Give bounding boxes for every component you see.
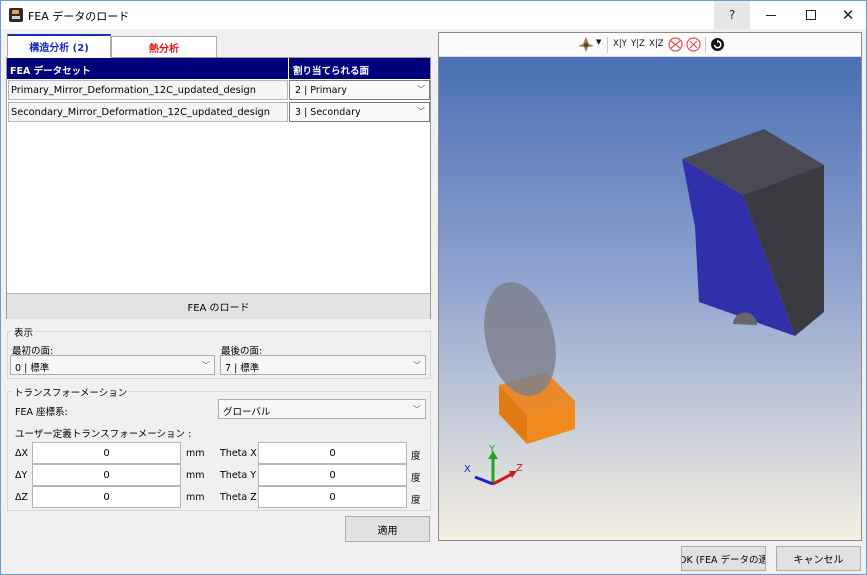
chevron-down-icon: ﹀ <box>417 107 425 116</box>
fea-coord-select[interactable]: グローバル ﹀ <box>218 399 426 419</box>
axis-y-label: Y <box>488 444 496 455</box>
close-button[interactable]: ✕ <box>828 1 867 29</box>
fea-coord-label: FEA 座標系: <box>15 407 68 418</box>
axis-x-label: X <box>464 464 471 475</box>
face-select[interactable]: 2 | Primary ﹀ <box>289 80 430 100</box>
table-row: Primary_Mirror_Deformation_12C_updated_d… <box>7 79 430 100</box>
load-fea-button[interactable]: FEA のロード <box>7 293 430 319</box>
fea-dataset-panel: FEA データセット 割り当てられる面 Primary_Mirror_Defor… <box>6 57 431 319</box>
chevron-down-icon: ﹀ <box>202 361 210 370</box>
theta-y-unit: 度 <box>411 473 421 484</box>
chevron-down-icon: ﹀ <box>417 85 425 94</box>
fea-load-dialog: FEA データのロード ? ✕ 構造分析 (2) 熱分析 FEA データセット … <box>0 0 867 575</box>
toolbar-divider <box>607 37 608 53</box>
tab-thermal-analysis[interactable]: 熱分析 <box>111 36 217 58</box>
model-viewer: ▼ X|Y Y|Z X|Z X Y Z <box>438 32 862 541</box>
dataset-name-cell[interactable]: Secondary_Mirror_Deformation_12C_updated… <box>8 102 288 122</box>
tab-structural-analysis[interactable]: 構造分析 (2) <box>7 34 111 58</box>
face-select[interactable]: 3 | Secondary ﹀ <box>289 102 430 122</box>
maximize-icon <box>806 10 816 20</box>
title-bar: FEA データのロード ? ✕ <box>1 1 866 29</box>
delta-y-label: ΔY <box>15 470 28 481</box>
dataset-name-cell[interactable]: Primary_Mirror_Deformation_12C_updated_d… <box>8 80 288 100</box>
column-header-face: 割り当てられる面 <box>293 66 370 77</box>
close-icon: ✕ <box>841 6 855 24</box>
apply-button[interactable]: 適用 <box>345 516 430 542</box>
viewer-toolbar: ▼ X|Y Y|Z X|Z <box>439 33 861 57</box>
theta-y-label: Theta Y <box>220 470 257 481</box>
header-divider <box>288 58 289 79</box>
display-group-label: 表示 <box>12 325 36 339</box>
camera-icon[interactable] <box>577 36 595 53</box>
rotate-x-icon[interactable] <box>668 37 683 52</box>
face-select-value: 2 | Primary <box>295 85 347 96</box>
reset-view-icon[interactable] <box>710 37 725 52</box>
help-button[interactable]: ? <box>714 1 750 29</box>
app-logo-icon <box>9 8 23 22</box>
user-transform-label: ユーザー定義トランスフォーメーション : <box>15 429 192 440</box>
fea-coord-value: グローバル <box>223 407 271 418</box>
window-title: FEA データのロード <box>28 10 130 23</box>
maximize-button[interactable] <box>791 1 831 29</box>
dropdown-arrow-icon[interactable]: ▼ <box>596 38 601 46</box>
toolbar-divider <box>705 37 706 53</box>
delta-z-unit: mm <box>186 492 205 503</box>
delta-y-unit: mm <box>186 470 205 481</box>
theta-z-input[interactable]: 0 <box>258 486 407 508</box>
table-row: Secondary_Mirror_Deformation_12C_updated… <box>7 101 430 122</box>
theta-y-input[interactable]: 0 <box>258 464 407 486</box>
view-xz-button[interactable]: X|Z <box>649 39 664 49</box>
column-header-dataset: FEA データセット <box>10 66 91 77</box>
delta-z-label: ΔZ <box>15 492 29 503</box>
chevron-down-icon: ﹀ <box>413 361 421 370</box>
rotate-z-icon[interactable] <box>686 37 701 52</box>
view-yz-button[interactable]: Y|Z <box>631 39 645 49</box>
scene-canvas[interactable]: X Y Z <box>439 57 861 540</box>
delta-x-input[interactable]: 0 <box>32 442 181 464</box>
delta-x-label: ΔX <box>15 448 29 459</box>
theta-x-unit: 度 <box>411 451 421 462</box>
cancel-button[interactable]: キャンセル <box>776 546 861 571</box>
delta-x-unit: mm <box>186 448 205 459</box>
minimize-icon <box>766 14 776 16</box>
theta-z-unit: 度 <box>411 495 421 506</box>
view-xy-button[interactable]: X|Y <box>613 39 627 49</box>
last-face-select[interactable]: 7 | 標準 ﹀ <box>220 355 426 375</box>
theta-x-label: Theta X <box>220 448 257 459</box>
transformation-group-label: トランスフォーメーション <box>12 385 130 399</box>
theta-x-input[interactable]: 0 <box>258 442 407 464</box>
chevron-down-icon: ﹀ <box>413 405 421 414</box>
ok-button[interactable]: OK (FEA データの適 <box>681 546 766 571</box>
minimize-button[interactable] <box>751 1 791 29</box>
first-face-value: 0 | 標準 <box>15 363 50 374</box>
first-face-select[interactable]: 0 | 標準 ﹀ <box>10 355 215 375</box>
axis-z-label: Z <box>516 463 523 474</box>
last-face-value: 7 | 標準 <box>225 363 260 374</box>
delta-y-input[interactable]: 0 <box>32 464 181 486</box>
delta-z-input[interactable]: 0 <box>32 486 181 508</box>
face-select-value: 3 | Secondary <box>295 107 361 118</box>
table-header: FEA データセット 割り当てられる面 <box>7 58 430 79</box>
theta-z-label: Theta Z <box>220 492 257 503</box>
